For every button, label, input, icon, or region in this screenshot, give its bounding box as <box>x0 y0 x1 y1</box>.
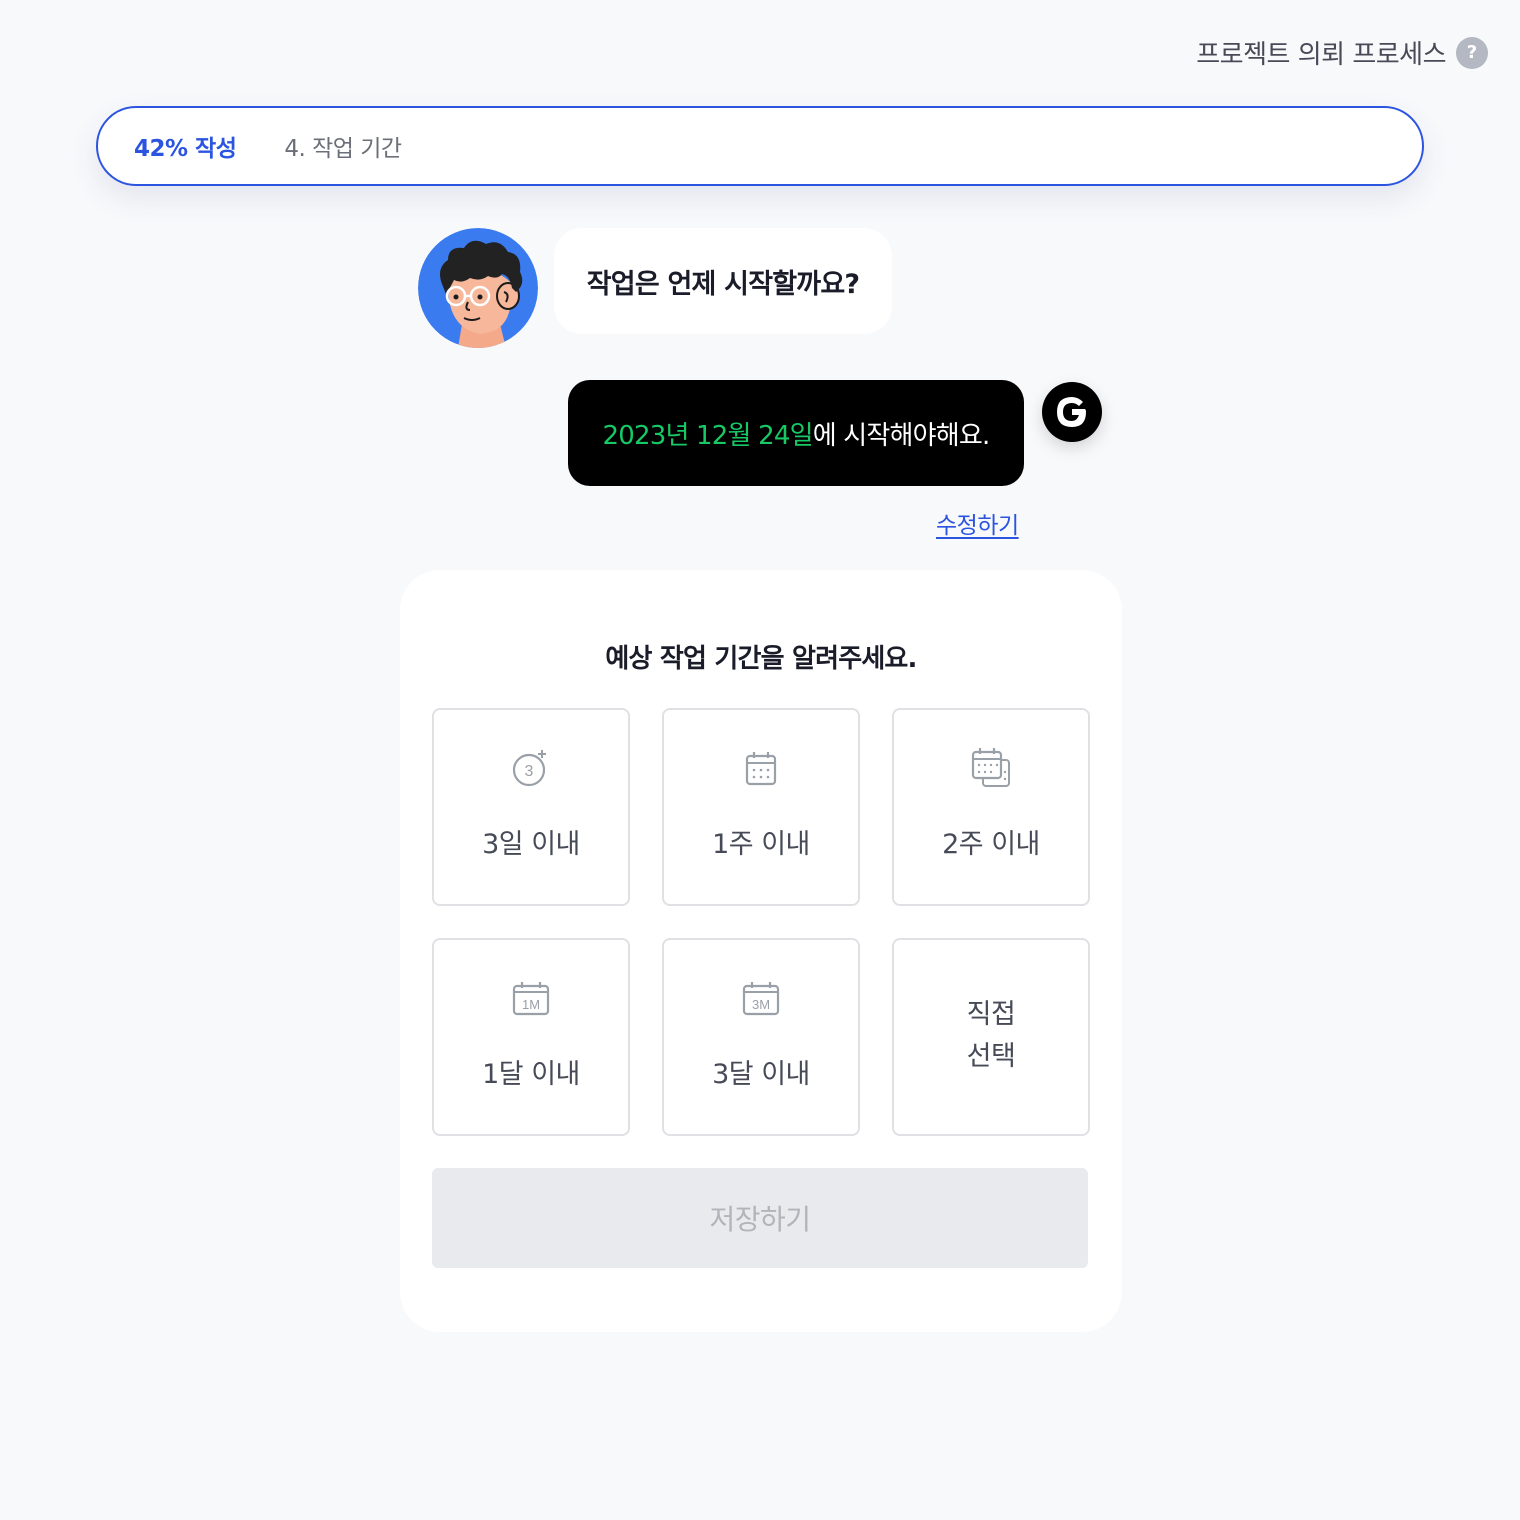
option-label: 1주 이내 <box>712 829 810 860</box>
duration-card-title: 예상 작업 기간을 알려주세요. <box>605 644 917 674</box>
bot-avatar <box>418 228 538 348</box>
google-g-icon <box>1057 397 1086 427</box>
duration-card: 예상 작업 기간을 알려주세요. 3 3일 이내 1주 이내 2주 이내 1M … <box>400 570 1122 1332</box>
question-mark-icon[interactable]: ? <box>1456 36 1488 69</box>
option-1-month[interactable]: 1M 1달 이내 <box>432 938 630 1136</box>
calendar-icon <box>745 752 777 786</box>
svg-text:3: 3 <box>525 763 534 780</box>
option-label: 2주 이내 <box>942 829 1040 860</box>
option-2-weeks[interactable]: 2주 이내 <box>892 708 1090 906</box>
calendar-icon-text: 1M <box>522 997 540 1012</box>
option-3-days[interactable]: 3 3일 이내 <box>432 708 630 906</box>
bot-question-text: 작업은 언제 시작할까요? <box>586 268 860 300</box>
user-avatar <box>1042 382 1102 442</box>
progress-bar: 42% 작성 4. 작업 기간 <box>96 106 1424 186</box>
user-message-bubble: 2023년 12월 24일 에 시작해야해요. <box>568 380 1024 486</box>
three-days-icon: 3 <box>512 750 546 787</box>
project-process-label: 프로젝트 의뢰 프로세스 <box>1196 40 1446 70</box>
option-label: 3달 이내 <box>712 1059 810 1090</box>
calendar-3m-icon: 3M <box>742 982 780 1016</box>
edit-answer-link[interactable]: 수정하기 <box>936 506 1019 540</box>
user-answer-text: 에 시작해야해요. <box>812 420 991 451</box>
option-custom-select[interactable]: 직접 선택 <box>892 938 1090 1136</box>
progress-percent: 42% 작성 <box>134 136 237 162</box>
calendar-1m-icon: 1M <box>512 982 550 1016</box>
two-calendars-icon <box>971 748 1010 787</box>
option-3-months[interactable]: 3M 3달 이내 <box>662 938 860 1136</box>
option-label: 직접 선택 <box>966 999 1016 1072</box>
bot-message-bubble: 작업은 언제 시작할까요? <box>554 228 892 334</box>
user-answer-date: 2023년 12월 24일 <box>602 420 813 451</box>
developer-avatar-icon <box>418 228 538 348</box>
save-button[interactable]: 저장하기 <box>432 1168 1088 1268</box>
option-label: 3일 이내 <box>482 829 580 860</box>
calendar-icon-text: 3M <box>752 997 770 1012</box>
project-process-link[interactable]: 프로젝트 의뢰 프로세스 ? <box>1196 34 1488 71</box>
page: 프로젝트 의뢰 프로세스 ? 42% 작성 4. 작업 기간 작업은 언제 시작… <box>0 0 1520 1520</box>
option-1-week[interactable]: 1주 이내 <box>662 708 860 906</box>
progress-step-label: 4. 작업 기간 <box>284 136 402 162</box>
option-label: 1달 이내 <box>482 1059 580 1090</box>
